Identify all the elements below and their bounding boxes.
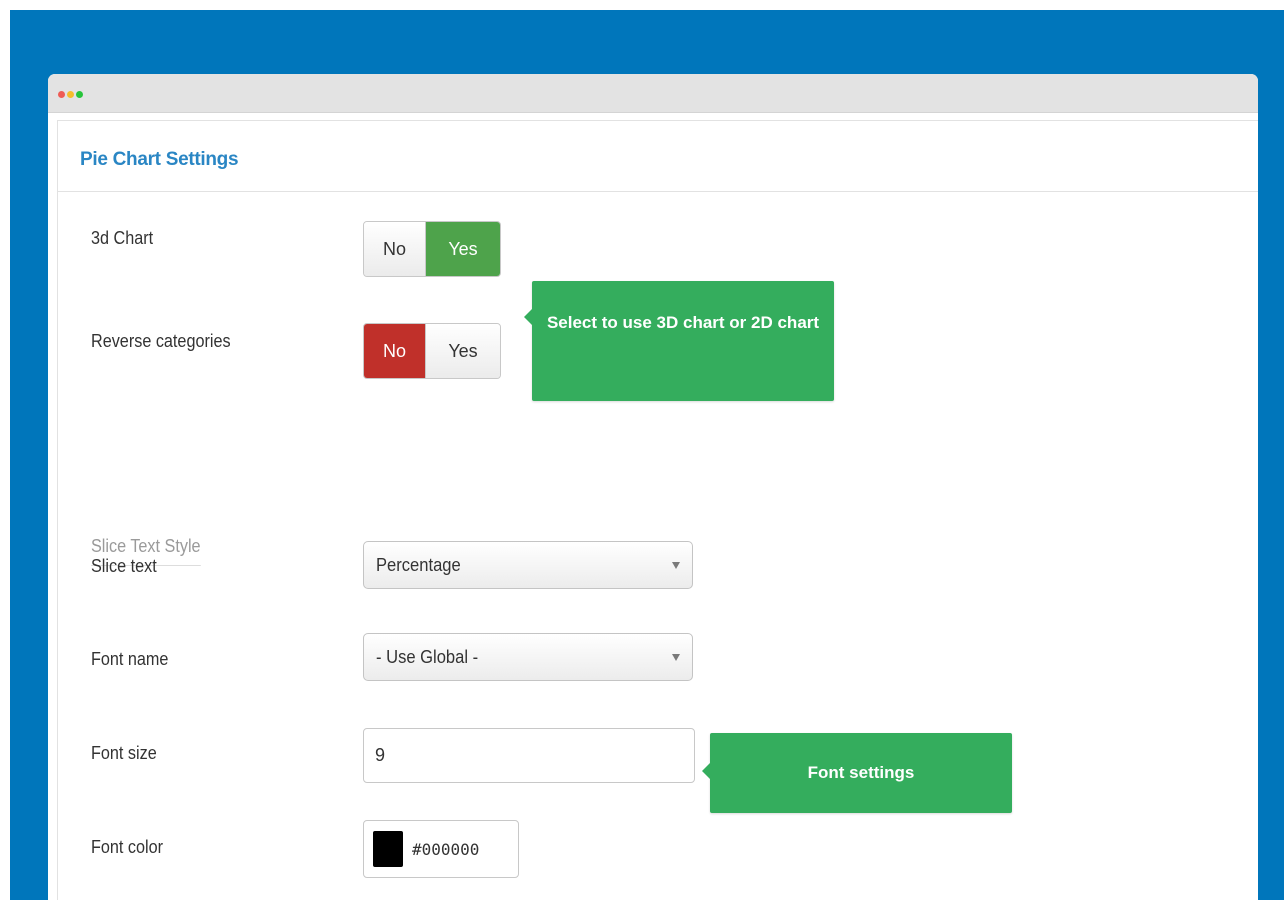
font-size-label: Font size [91, 743, 157, 763]
chart3d-toggle: No Yes [363, 221, 501, 277]
slice-text-select[interactable]: Percentage [363, 541, 693, 589]
caret-down-icon [672, 562, 680, 569]
chart3d-tooltip: Select to use 3D chart or 2D chart [524, 281, 834, 401]
font-color-value: #000000 [412, 840, 480, 859]
panel-title: Pie Chart Settings [80, 149, 239, 170]
font-color-picker[interactable]: #000000 [363, 820, 519, 878]
browser-window: Pie Chart Settings 3d Chart No Yes Rever… [48, 74, 1258, 900]
reverse-categories-yes-button[interactable]: Yes [426, 324, 500, 378]
reverse-categories-toggle: No Yes [363, 323, 501, 379]
minimize-dot-icon[interactable] [67, 91, 74, 98]
close-dot-icon[interactable] [58, 91, 65, 98]
caret-down-icon [672, 654, 680, 661]
font-name-label: Font name [91, 649, 169, 669]
slice-text-value: Percentage [376, 555, 461, 575]
slice-text-label: Slice text [91, 556, 157, 576]
font-name-select[interactable]: - Use Global - [363, 633, 693, 681]
chart3d-yes-button[interactable]: Yes [426, 222, 500, 276]
window-titlebar [48, 74, 1258, 113]
font-tooltip: Font settings [702, 733, 1012, 813]
reverse-categories-label: Reverse categories [91, 331, 231, 351]
reverse-categories-no-button[interactable]: No [364, 324, 426, 378]
chart3d-label: 3d Chart [91, 228, 154, 248]
panel-header: Pie Chart Settings [58, 121, 1258, 192]
font-color-label: Font color [91, 837, 164, 857]
chart3d-no-button[interactable]: No [364, 222, 426, 276]
settings-panel: Pie Chart Settings 3d Chart No Yes Rever… [57, 120, 1258, 900]
color-swatch[interactable] [373, 831, 403, 867]
maximize-dot-icon[interactable] [76, 91, 83, 98]
font-size-input[interactable] [363, 728, 695, 783]
font-name-value: - Use Global - [376, 647, 479, 667]
